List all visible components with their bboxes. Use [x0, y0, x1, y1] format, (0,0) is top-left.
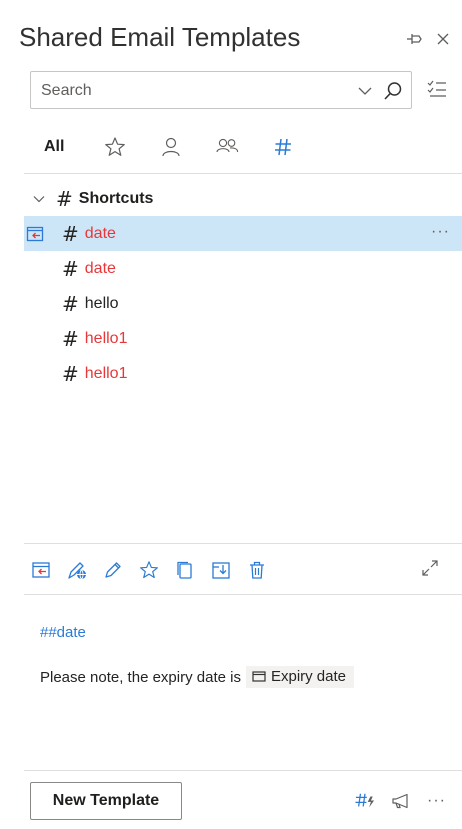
tree-item-hello[interactable]: # hello — [24, 286, 462, 321]
tree-item-label: hello1 — [84, 364, 128, 382]
field-icon — [252, 671, 266, 682]
filter-list-icon[interactable] — [426, 79, 448, 101]
expand-icon[interactable] — [420, 558, 440, 578]
tree-item-label: hello1 — [84, 329, 128, 347]
divider — [24, 594, 462, 595]
megaphone-icon[interactable] — [391, 791, 411, 811]
tree-group-shortcuts[interactable]: # Shortcuts — [24, 181, 462, 216]
title-bar: Shared Email Templates — [0, 0, 462, 74]
people-icon[interactable] — [215, 135, 239, 159]
filter-tabs: All — [44, 133, 327, 161]
delete-icon[interactable] — [246, 559, 268, 581]
title-controls — [406, 30, 452, 48]
hashtag-icon: # — [62, 291, 79, 316]
insert-template-icon[interactable] — [30, 559, 52, 581]
move-to-folder-icon[interactable] — [210, 559, 232, 581]
preview-title: ##date — [40, 624, 86, 641]
more-options-button[interactable]: ··· — [431, 223, 450, 241]
hashtag-lightning-icon[interactable] — [355, 791, 375, 811]
tree-item-label: date — [84, 224, 116, 242]
pane-title: Shared Email Templates — [19, 22, 301, 52]
search-row — [30, 71, 460, 111]
footer: New Template ··· — [0, 770, 462, 829]
insert-template-icon[interactable] — [26, 225, 44, 243]
expiry-date-field[interactable]: Expiry date — [245, 666, 355, 688]
pin-icon[interactable] — [406, 30, 424, 48]
close-icon[interactable] — [434, 30, 452, 48]
hashtag-icon[interactable] — [271, 135, 295, 159]
tree-item-label: date — [84, 259, 116, 277]
hashtag-icon: # — [62, 256, 79, 281]
hashtag-icon: # — [62, 361, 79, 386]
chevron-down-icon[interactable] — [357, 83, 373, 99]
more-options-button[interactable]: ··· — [427, 792, 446, 810]
template-toolbar — [30, 554, 440, 586]
preview-body: Please note, the expiry date is Expiry d… — [40, 666, 355, 688]
tree-item-date[interactable]: # date ··· — [24, 216, 462, 251]
hashtag-icon: # — [62, 221, 79, 246]
search-input[interactable] — [41, 80, 341, 102]
tree-item-date[interactable]: # date — [24, 251, 462, 286]
divider — [24, 543, 462, 544]
person-icon[interactable] — [159, 135, 183, 159]
template-tree: # Shortcuts # date ··· # date # hello # — [24, 181, 462, 391]
star-icon[interactable] — [103, 135, 127, 159]
hashtag-icon: # — [56, 186, 73, 211]
edit-with-globe-icon[interactable] — [66, 559, 88, 581]
field-label: Expiry date — [270, 668, 347, 685]
hashtag-icon: # — [62, 326, 79, 351]
tree-item-label: hello — [84, 294, 119, 312]
star-icon[interactable] — [138, 559, 160, 581]
copy-icon[interactable] — [174, 559, 196, 581]
tree-item-hello1[interactable]: # hello1 — [24, 321, 462, 356]
footer-icons: ··· — [355, 791, 446, 811]
tree-item-hello1[interactable]: # hello1 — [24, 356, 462, 391]
edit-icon[interactable] — [102, 559, 124, 581]
chevron-down-icon[interactable] — [32, 192, 46, 206]
shared-email-templates-pane: Shared Email Templates Search All # Shor… — [0, 0, 462, 829]
tree-group-label: Shortcuts — [78, 189, 154, 207]
search-icon[interactable] — [383, 81, 403, 101]
filter-all-tab[interactable]: All — [44, 138, 64, 156]
new-template-button[interactable]: New Template — [30, 782, 182, 820]
divider — [24, 173, 462, 174]
preview-text: Please note, the expiry date is — [40, 668, 241, 686]
search-box — [30, 71, 412, 109]
